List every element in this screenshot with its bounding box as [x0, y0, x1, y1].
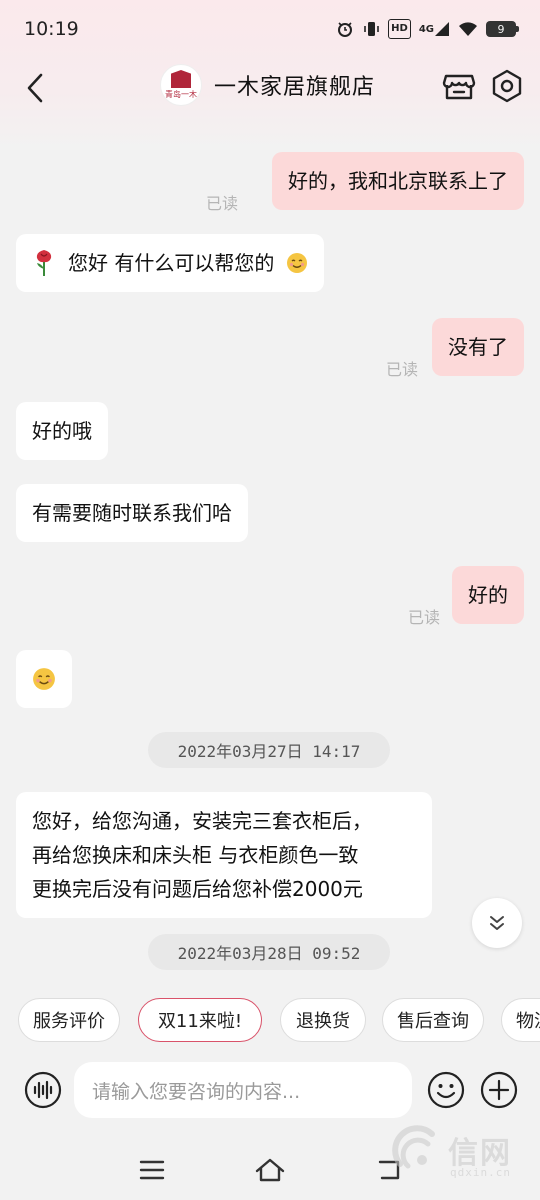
status-bar: 10:19 HD 4G 9	[0, 0, 540, 58]
rose-emoji-icon	[36, 250, 52, 276]
quick-reply-chip[interactable]: 退换货	[280, 998, 366, 1042]
watermark-url: qdxin.cn	[450, 1166, 511, 1179]
message-bubble-incoming[interactable]	[16, 650, 72, 708]
logo-mark	[171, 70, 191, 88]
hd-badge: HD	[388, 19, 411, 39]
vibrate-icon	[362, 19, 380, 39]
timestamp-divider: 2022年03月28日 09:52	[148, 934, 390, 970]
smile-emoji-icon	[287, 253, 308, 273]
shop-logo: 青岛一木	[160, 64, 202, 106]
chevron-left-icon	[27, 73, 43, 103]
message-bubble-outgoing[interactable]: 没有了	[432, 318, 524, 376]
shop-name: 一木家居旗舰店	[214, 75, 376, 100]
quick-reply-chip[interactable]: 双11来啦!	[138, 998, 262, 1042]
status-time: 10:19	[24, 18, 79, 40]
smile-emoji-icon	[33, 668, 55, 690]
message-bubble-incoming[interactable]: 有需要随时联系我们哈	[16, 484, 248, 542]
quick-reply-chip[interactable]: 售后查询	[382, 998, 484, 1042]
quick-reply-bar: 服务评价 双11来啦! 退换货 售后查询 物流	[0, 998, 540, 1044]
signal-icon: 4G	[419, 19, 450, 39]
shop-title[interactable]: 青岛一木 一木家居旗舰店	[160, 64, 375, 106]
message-list[interactable]: 已读 好的，我和北京联系上了 您好 有什么可以帮您的 已读 没有了 好的哦 有需…	[0, 118, 540, 978]
read-receipt: 已读	[408, 608, 441, 627]
plus-circle-icon	[480, 1071, 518, 1109]
voice-wave-icon	[24, 1071, 62, 1109]
battery-icon: 9	[486, 21, 519, 37]
message-bubble-incoming[interactable]: 您好，给您沟通，安装完三套衣柜后， 再给您换床和床头柜 与衣柜颜色一致 更换完后…	[16, 792, 432, 918]
store-icon	[442, 74, 476, 100]
message-line: 您好，给您沟通，安装完三套衣柜后，	[32, 809, 372, 833]
read-receipt: 已读	[386, 360, 419, 379]
logo-text: 青岛一木	[165, 90, 197, 99]
wifi-icon	[458, 19, 478, 39]
emoji-button[interactable]	[427, 1071, 465, 1109]
store-button[interactable]	[441, 68, 477, 104]
home-nav-button[interactable]	[252, 1152, 288, 1188]
home-icon	[255, 1158, 285, 1182]
read-receipt: 已读	[206, 194, 239, 213]
status-icons: HD 4G 9	[336, 19, 519, 39]
composer: 请输入您要咨询的内容...	[0, 1058, 540, 1122]
message-line: 再给您换床和床头柜 与衣柜颜色一致	[32, 843, 359, 867]
watermark: 信网 qdxin.cn	[390, 1118, 530, 1188]
message-bubble-outgoing[interactable]: 好的，我和北京联系上了	[272, 152, 524, 210]
message-bubble-outgoing[interactable]: 好的	[452, 566, 524, 624]
hexagon-settings-icon	[492, 69, 522, 103]
voice-button[interactable]	[24, 1071, 62, 1109]
timestamp-divider: 2022年03月27日 14:17	[148, 732, 390, 768]
message-input[interactable]: 请输入您要咨询的内容...	[74, 1062, 412, 1118]
watermark-logo-icon	[392, 1125, 435, 1169]
emoji-smile-icon	[427, 1071, 465, 1109]
double-chevron-down-icon	[490, 916, 504, 930]
scroll-to-bottom-button[interactable]	[472, 898, 522, 948]
message-text: 您好 有什么可以帮您的	[68, 251, 275, 275]
message-bubble-incoming[interactable]: 您好 有什么可以帮您的	[16, 234, 325, 292]
more-options-button[interactable]	[480, 1071, 518, 1109]
quick-reply-chip[interactable]: 物流	[501, 998, 540, 1042]
back-button[interactable]	[20, 68, 50, 108]
network-type: 4G	[418, 23, 434, 35]
message-line: 更换完后没有问题后给您补偿2000元	[32, 877, 363, 901]
menu-icon	[139, 1160, 165, 1180]
menu-nav-button[interactable]	[134, 1152, 170, 1188]
quick-reply-chip[interactable]: 服务评价	[18, 998, 120, 1042]
chat-header: 青岛一木 一木家居旗舰店	[0, 58, 540, 118]
battery-level: 9	[497, 22, 505, 36]
alarm-icon	[336, 19, 354, 39]
message-bubble-incoming[interactable]: 好的哦	[16, 402, 108, 460]
settings-button[interactable]	[489, 68, 525, 104]
